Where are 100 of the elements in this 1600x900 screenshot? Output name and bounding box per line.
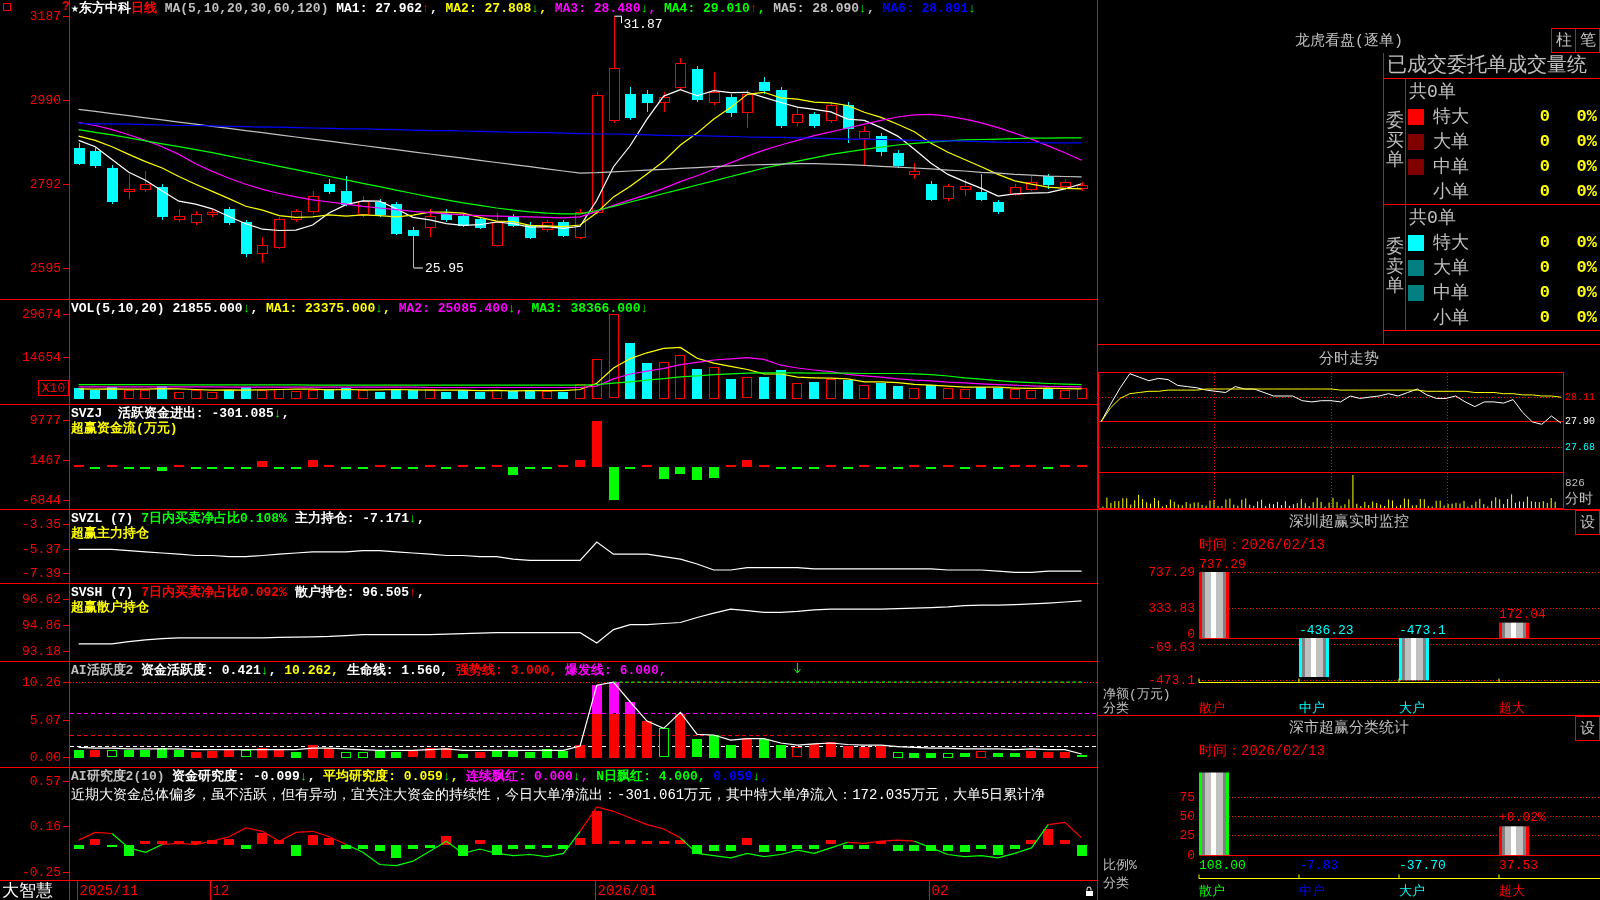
activity-bar xyxy=(692,739,702,757)
activity-bar xyxy=(960,753,970,757)
volume-bar xyxy=(441,392,451,399)
research-bar xyxy=(726,845,736,851)
legend-label: 资金研究度: -0.099 xyxy=(171,769,300,784)
research-bar xyxy=(776,845,786,851)
volume-bar xyxy=(174,392,184,399)
trend-arrow: ↓ xyxy=(968,1,977,16)
research-bar xyxy=(391,845,401,858)
unit-label: X10 xyxy=(38,380,69,396)
candle xyxy=(542,219,553,233)
volume-bar xyxy=(74,388,84,399)
activity-bar xyxy=(993,753,1003,757)
activity-bar xyxy=(475,752,485,758)
volume-bar xyxy=(241,387,251,399)
axis-title: 比例% xyxy=(1103,857,1137,873)
legend-label: 平均研究度: 0.059 xyxy=(322,769,443,784)
annotation: 25.95 xyxy=(424,260,464,276)
activity-bar xyxy=(859,747,869,758)
research-bar xyxy=(291,845,301,856)
candle xyxy=(926,180,937,202)
research-bar xyxy=(140,841,150,844)
view-button[interactable]: 柱 xyxy=(1551,28,1576,53)
candle xyxy=(174,208,185,223)
volume-bar xyxy=(90,390,100,399)
activity-bar xyxy=(809,744,819,758)
settings-button[interactable]: 设 xyxy=(1575,716,1600,741)
axis-label: 27.68 xyxy=(1565,442,1595,454)
axis-label: -5.37 xyxy=(22,541,61,557)
research-bar xyxy=(692,845,702,854)
volume-bar xyxy=(625,343,635,399)
candle xyxy=(291,208,302,223)
volume-bar xyxy=(408,390,418,399)
activity-bar xyxy=(492,750,502,757)
volume-bar xyxy=(843,380,853,399)
trend-arrow: ↑ xyxy=(409,585,417,600)
legend-label: , xyxy=(648,1,657,16)
candle xyxy=(909,162,920,180)
research-bar xyxy=(174,841,184,844)
activity-bar xyxy=(642,721,652,758)
volume-bar xyxy=(391,389,401,399)
legend-label: 活跃资金进出: -301.085 xyxy=(116,406,274,421)
order-count: 0 xyxy=(1539,131,1551,152)
square-icon[interactable] xyxy=(3,3,11,11)
axis-label: 0 xyxy=(1187,847,1195,863)
settings-button[interactable]: 设 xyxy=(1575,510,1600,535)
legend-label: 资金活跃度: 0.421 xyxy=(140,663,261,678)
lock-icon[interactable] xyxy=(1085,886,1093,896)
activity-bar xyxy=(843,746,853,758)
activity-bar xyxy=(876,746,886,758)
activity-bar xyxy=(291,752,301,758)
candle xyxy=(976,173,987,202)
axis-label: 96.62 xyxy=(22,591,61,607)
axis-label: 737.29 xyxy=(1148,564,1195,580)
candle xyxy=(943,183,954,202)
category-label: 超大 xyxy=(1499,700,1525,715)
research-bar xyxy=(558,845,568,849)
candle xyxy=(408,226,419,269)
research-bar xyxy=(1010,845,1020,849)
candle xyxy=(74,142,85,166)
axis-label: 9777 xyxy=(29,412,61,428)
volume-bar xyxy=(859,385,869,399)
legend-label: , xyxy=(307,769,316,784)
order-size-label: 小单 xyxy=(1433,181,1469,202)
research-bar xyxy=(993,845,1003,855)
axis-label: 2595 xyxy=(29,260,61,276)
candle xyxy=(776,86,787,129)
view-button[interactable]: 笔 xyxy=(1575,28,1600,53)
date-label: 02 xyxy=(931,883,949,899)
axis-label: 333.83 xyxy=(1148,600,1195,616)
axis-label: 0.57 xyxy=(29,773,61,789)
volume-bar xyxy=(525,390,535,399)
legend-label: MA5: 28.090 xyxy=(772,1,860,16)
volume-bar xyxy=(792,383,802,399)
candle xyxy=(341,175,352,207)
axis-label: 93.18 xyxy=(22,643,61,659)
axis-label: -7.39 xyxy=(22,566,61,581)
indicator-subtitle: 超赢资金流(万元) xyxy=(71,421,178,436)
help-mark[interactable]: ? xyxy=(62,0,70,14)
candle xyxy=(1010,183,1021,197)
activity-bar xyxy=(909,753,919,758)
fund-flow-bar xyxy=(508,467,518,475)
research-bar xyxy=(308,835,318,845)
axis-label: 0.00 xyxy=(29,750,61,766)
order-size-label: 中单 xyxy=(1433,282,1469,303)
fund-flow-bar xyxy=(308,460,318,467)
volume-bar xyxy=(726,379,736,399)
category-label: 大户 xyxy=(1399,883,1425,899)
value-label: -7.83 xyxy=(1299,857,1338,873)
activity-bar xyxy=(542,749,552,758)
legend-label: MA2: 27.808 xyxy=(444,1,532,16)
candle xyxy=(759,76,770,95)
volume-bar xyxy=(709,367,719,399)
legend-label: , xyxy=(416,511,425,526)
legend-label: , xyxy=(416,585,425,600)
axis-title: 分时 xyxy=(1565,491,1593,507)
order-share: 0% xyxy=(1576,131,1598,152)
candle xyxy=(274,216,285,250)
activity-bar xyxy=(308,745,318,758)
legend-label: 日线 xyxy=(130,1,157,16)
